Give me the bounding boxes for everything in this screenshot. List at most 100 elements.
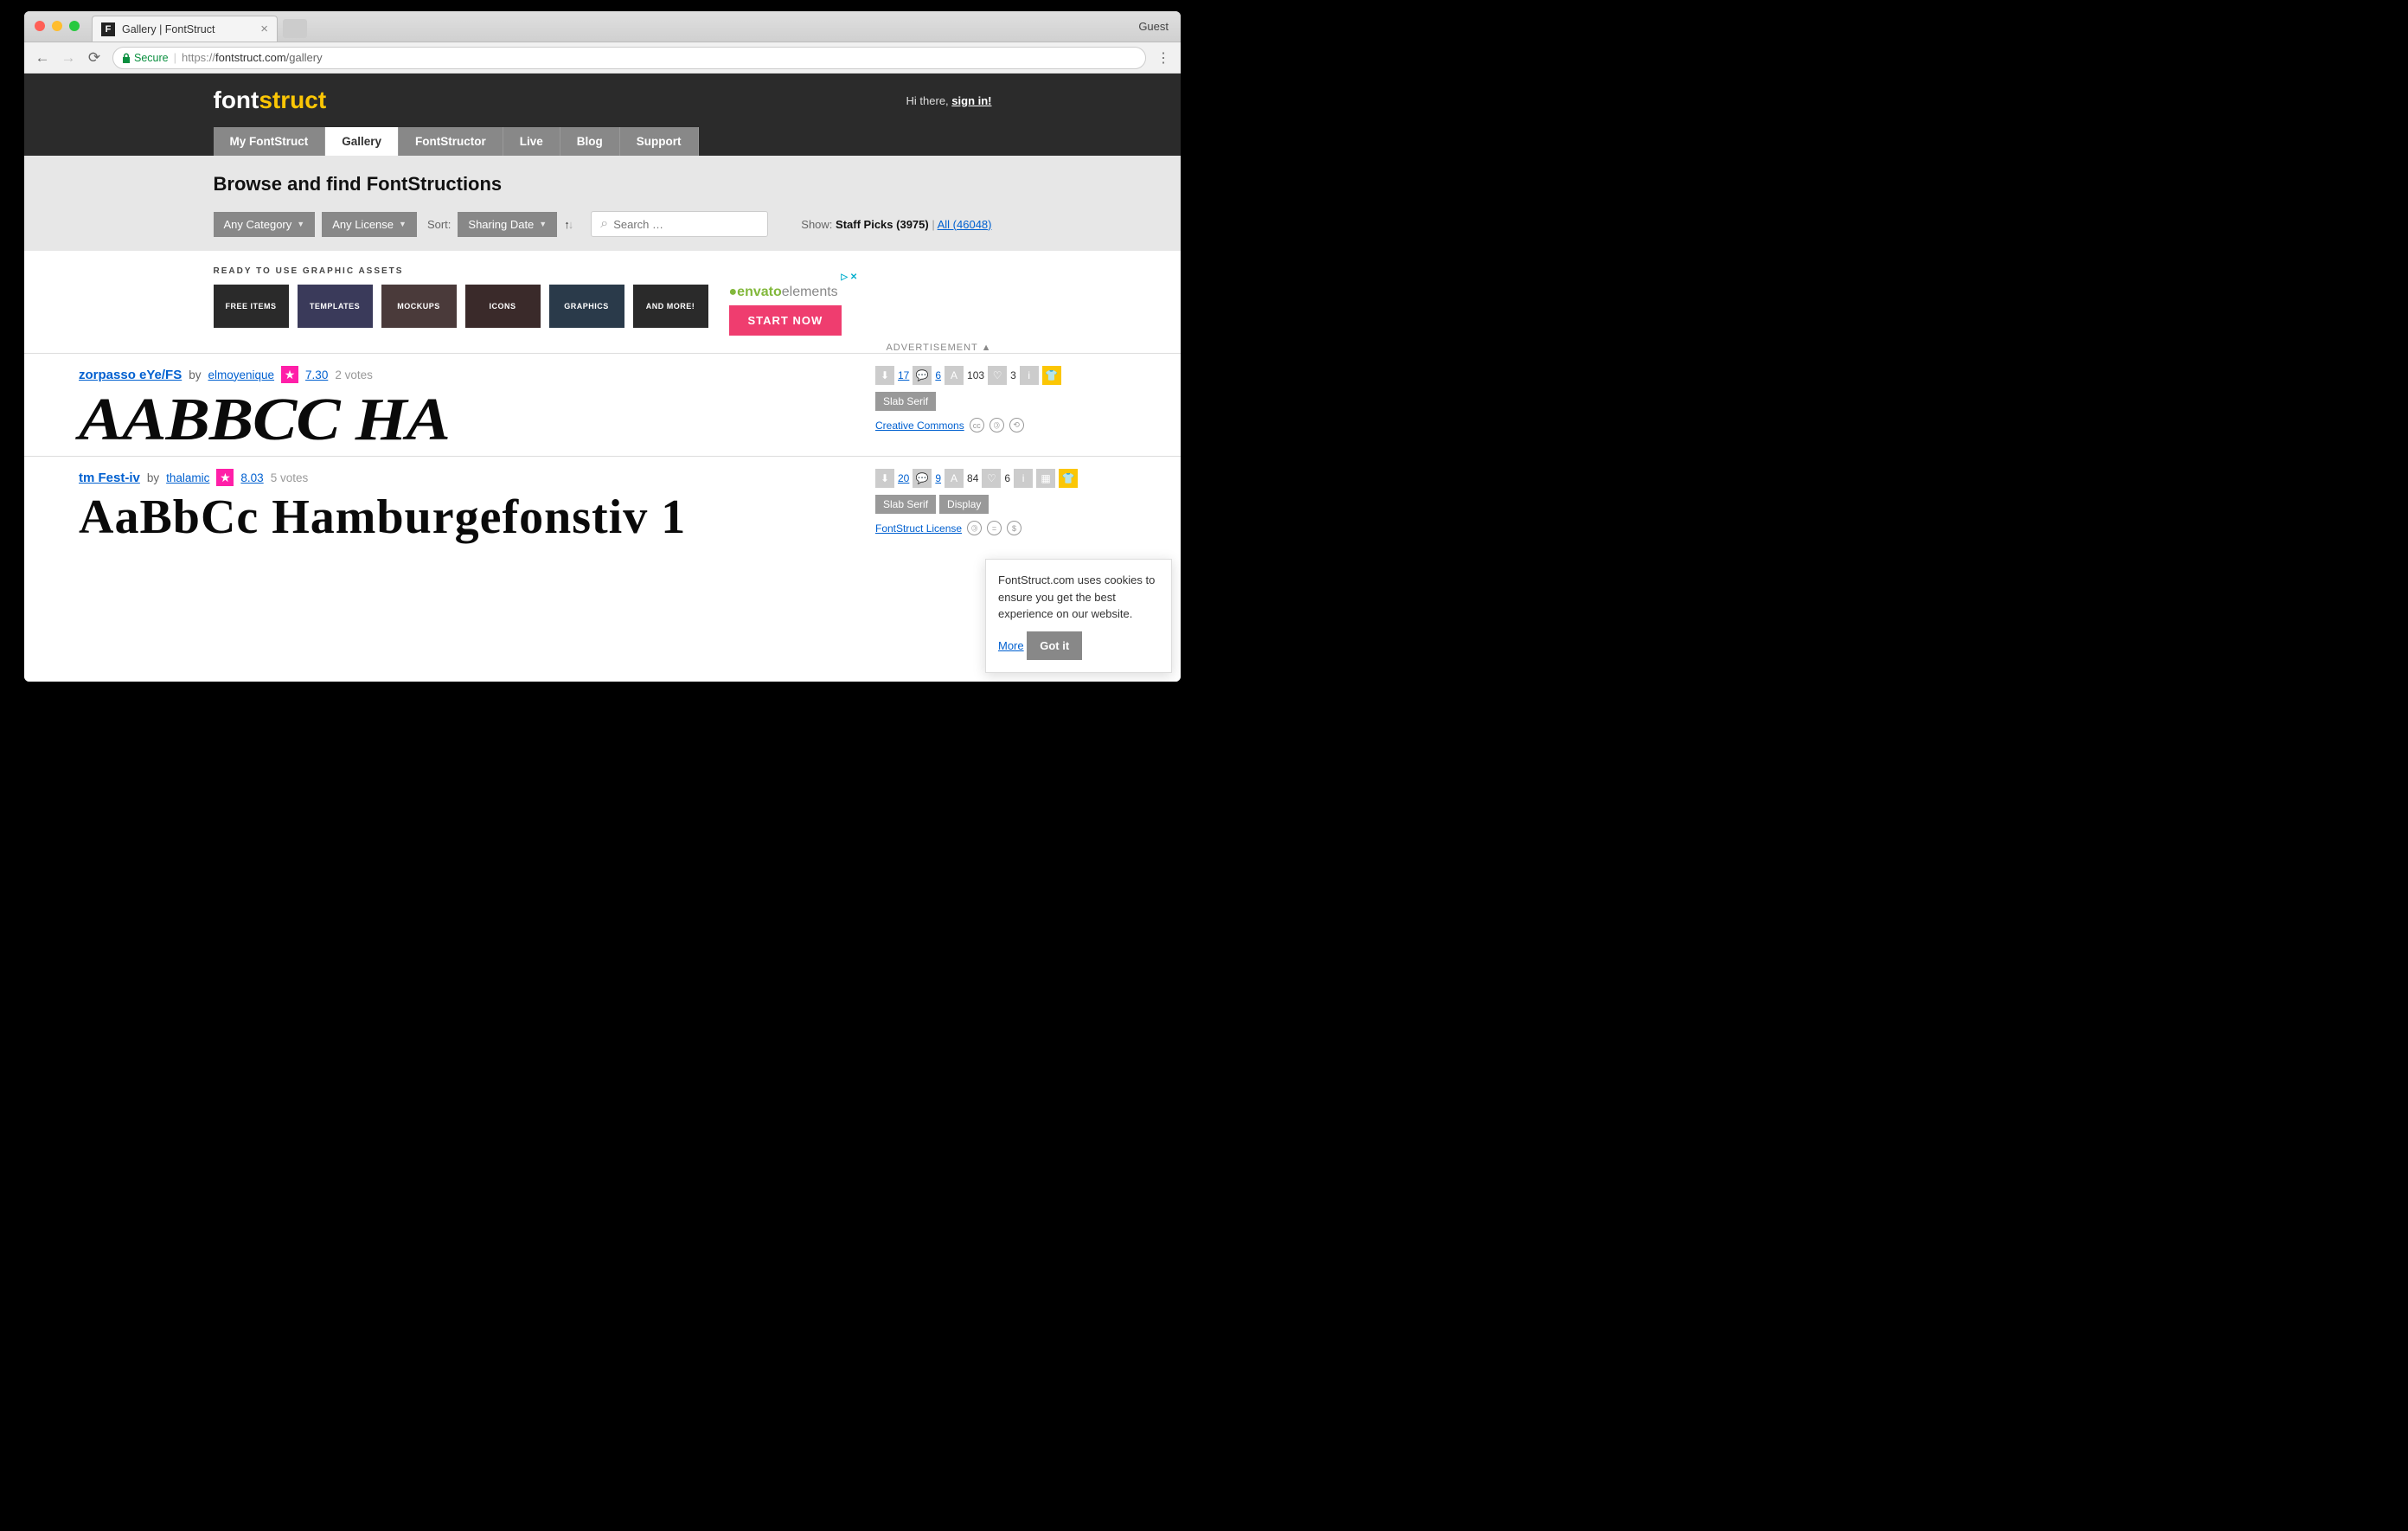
download-icon: ⬇ [875, 366, 894, 385]
info-icon[interactable]: i [1014, 469, 1033, 488]
ad-tile[interactable]: TEMPLATES [298, 285, 373, 328]
forward-button[interactable]: → [61, 49, 76, 67]
ad-tile[interactable]: FREE ITEMS [214, 285, 289, 328]
lock-icon [122, 53, 131, 63]
ad-cta-button[interactable]: START NOW [729, 305, 842, 336]
tag[interactable]: Slab Serif [875, 392, 936, 411]
cc-by-icon: 🄯 [989, 418, 1004, 432]
search-input[interactable] [613, 218, 765, 231]
browser-menu-icon[interactable]: ⋮ [1156, 49, 1170, 67]
new-tab-button[interactable] [283, 19, 307, 38]
close-window[interactable] [35, 21, 45, 31]
cc-nc-icon: = [987, 521, 1002, 535]
filter-category[interactable]: Any Category▼ [214, 212, 316, 237]
rating-link[interactable]: 8.03 [240, 471, 263, 484]
cookie-text: FontStruct.com uses cookies to ensure yo… [998, 573, 1155, 620]
ad-tile[interactable]: GRAPHICS [549, 285, 624, 328]
signin-link[interactable]: sign in! [951, 94, 991, 107]
font-listing: MBURG zorpasso eYe/FS by elmoyenique ★ 7… [24, 353, 1181, 456]
info-icon[interactable]: i [1020, 366, 1039, 385]
show-filter: Show: Staff Picks (3975) | All (46048) [801, 218, 991, 231]
font-listing: 67800 tm Fest-iv by thalamic ★ 8.03 5 vo… [24, 456, 1181, 547]
profile-label[interactable]: Guest [1138, 20, 1169, 33]
license-link[interactable]: Creative Commons [875, 420, 964, 432]
subheader: Browse and find FontStructions Any Categ… [24, 156, 1181, 251]
close-tab-icon[interactable]: × [260, 22, 268, 36]
grid-icon[interactable]: ▦ [1036, 469, 1055, 488]
by-label: by [189, 368, 201, 381]
browser-tab[interactable]: F Gallery | FontStruct × [92, 16, 278, 42]
ad-brand: ●envatoelements ▷ ✕ [729, 285, 842, 300]
comment-icon: 💬 [913, 366, 932, 385]
cc-icon: cc [970, 418, 984, 432]
sort-direction[interactable]: ↑↓ [564, 218, 572, 231]
maximize-window[interactable] [69, 21, 80, 31]
secure-badge: Secure [122, 52, 169, 64]
comments-count[interactable]: 9 [935, 472, 941, 484]
ad-title: READY TO USE GRAPHIC ASSETS [214, 266, 992, 276]
cc-by-icon: 🄯 [967, 521, 982, 535]
browser-window: F Gallery | FontStruct × Guest ← → ⟳ Sec… [24, 11, 1181, 682]
page-title: Browse and find FontStructions [214, 173, 992, 195]
cookie-accept-button[interactable]: Got it [1027, 631, 1082, 661]
glyphs-icon: A [945, 469, 964, 488]
signin-area: Hi there, sign in! [906, 94, 992, 107]
show-all-link[interactable]: All (46048) [938, 218, 992, 231]
url-bar: ← → ⟳ Secure | https://fontstruct.com/ga… [24, 42, 1181, 74]
glyphs-icon: A [945, 366, 964, 385]
nav-fontstructor[interactable]: FontStructor [399, 127, 503, 156]
minimize-window[interactable] [52, 21, 62, 31]
sort-dropdown[interactable]: Sharing Date▼ [458, 212, 557, 237]
adchoices-icon[interactable]: ▷ ✕ [841, 272, 857, 282]
license-link[interactable]: FontStruct License [875, 522, 962, 535]
downloads-count[interactable]: 20 [898, 472, 909, 484]
show-staff-picks[interactable]: Staff Picks (3975) [836, 218, 929, 231]
rating-link[interactable]: 7.30 [305, 368, 328, 381]
star-icon: ★ [216, 469, 234, 486]
font-title-link[interactable]: tm Fest-iv [79, 471, 140, 485]
back-button[interactable]: ← [35, 49, 50, 67]
cookie-banner: FontStruct.com uses cookies to ensure yo… [985, 559, 1172, 673]
tab-bar: F Gallery | FontStruct × Guest [24, 11, 1181, 42]
glyphs-count: 103 [967, 369, 984, 381]
font-title-link[interactable]: zorpasso eYe/FS [79, 368, 182, 382]
address-bar[interactable]: Secure | https://fontstruct.com/gallery [112, 47, 1146, 69]
chevron-down-icon: ▼ [399, 220, 407, 228]
tag[interactable]: Slab Serif [875, 495, 936, 514]
nav-blog[interactable]: Blog [560, 127, 620, 156]
ad-tile[interactable]: AND MORE! [633, 285, 708, 328]
author-link[interactable]: thalamic [166, 471, 209, 484]
shirt-icon[interactable]: 👕 [1059, 469, 1078, 488]
download-icon: ⬇ [875, 469, 894, 488]
favicon-icon: F [101, 22, 115, 36]
downloads-count[interactable]: 17 [898, 369, 909, 381]
search-box[interactable]: ⌕ [591, 211, 768, 237]
votes-text: 5 votes [271, 471, 309, 484]
comments-count[interactable]: 6 [935, 369, 941, 381]
nav-live[interactable]: Live [503, 127, 560, 156]
sort-label: Sort: [427, 218, 451, 231]
logo[interactable]: fontstruct [214, 86, 327, 114]
author-link[interactable]: elmoyenique [208, 368, 274, 381]
filter-row: Any Category▼ Any License▼ Sort: Sharing… [214, 211, 992, 237]
site-header: fontstruct Hi there, sign in! My FontStr… [24, 74, 1181, 156]
ad-tile[interactable]: ICONS [465, 285, 541, 328]
cookie-more-link[interactable]: More [998, 639, 1024, 652]
filter-license[interactable]: Any License▼ [322, 212, 417, 237]
tag[interactable]: Display [939, 495, 989, 514]
ad-tile[interactable]: MOCKUPS [381, 285, 457, 328]
reload-button[interactable]: ⟳ [86, 49, 102, 67]
shirt-icon[interactable]: 👕 [1042, 366, 1061, 385]
star-icon: ★ [281, 366, 298, 383]
greeting-text: Hi there, [906, 94, 952, 107]
page-content: fontstruct Hi there, sign in! My FontStr… [24, 74, 1181, 682]
show-label: Show: [801, 218, 832, 231]
nav-support[interactable]: Support [620, 127, 699, 156]
ad-disclosure[interactable]: ADVERTISEMENT ▲ [214, 343, 992, 353]
logo-part-2: struct [259, 86, 326, 113]
tab-title: Gallery | FontStruct [122, 23, 215, 35]
nav-gallery[interactable]: Gallery [325, 127, 399, 156]
heart-icon: ♡ [988, 366, 1007, 385]
nav-my-fontstruct[interactable]: My FontStruct [214, 127, 326, 156]
glyphs-count: 84 [967, 472, 978, 484]
